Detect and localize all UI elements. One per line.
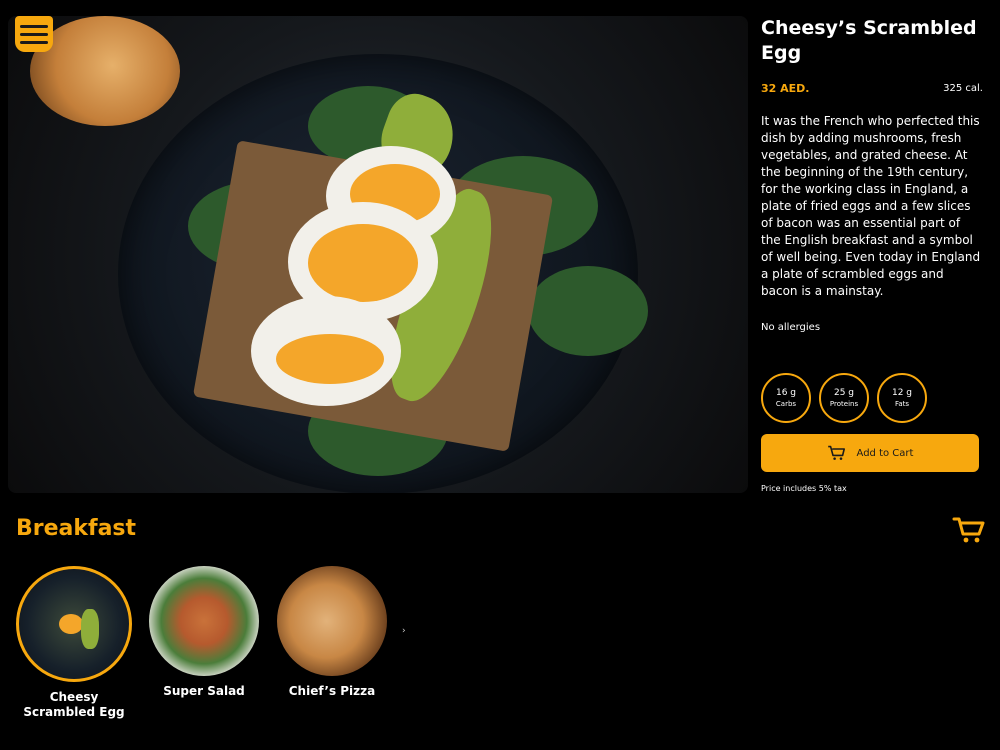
cart-icon[interactable] (952, 515, 986, 545)
menu-icon-bar (20, 40, 48, 44)
item-name: Chief’s Pizza (288, 684, 376, 698)
macro-carbs: 16 g Carbs (761, 373, 811, 423)
tax-note: Price includes 5% tax (761, 484, 847, 493)
egg-yolk (308, 224, 418, 302)
item-image (149, 566, 259, 676)
add-to-cart-button[interactable]: Add to Cart (761, 434, 979, 472)
category-title: Breakfast (16, 516, 137, 541)
product-calories: 325 cal. (943, 83, 983, 94)
item-image (16, 566, 132, 682)
allergy-info: No allergies (761, 322, 821, 333)
macro-fats: 12 g Fats (877, 373, 927, 423)
macro-value: 16 g (775, 387, 797, 398)
item-image (277, 566, 387, 676)
macro-label: Carbs (775, 399, 797, 408)
item-name: Cheesy Scrambled Egg (23, 690, 125, 719)
menu-item-super-salad[interactable]: Super Salad (146, 566, 262, 699)
menu-button[interactable] (15, 16, 53, 52)
menu-item-cheesy-scrambled-egg[interactable]: Cheesy Scrambled Egg (16, 566, 132, 720)
product-title: Cheesy’s Scrambled Egg (761, 17, 977, 64)
menu-icon-bar (20, 24, 48, 28)
macro-value: 25 g (833, 387, 855, 398)
product-price: 32 AED. (761, 82, 810, 95)
egg-yolk (276, 334, 384, 384)
spinach-leaf (528, 266, 648, 356)
add-to-cart-label: Add to Cart (856, 447, 914, 459)
next-arrow-icon[interactable]: › (402, 626, 406, 636)
macro-proteins: 25 g Proteins (819, 373, 869, 423)
macros-row: 16 g Carbs 25 g Proteins 12 g Fats (761, 373, 927, 423)
cart-icon (827, 445, 845, 460)
macro-label: Proteins (829, 399, 859, 408)
menu-item-chiefs-pizza[interactable]: Chief’s Pizza (274, 566, 390, 699)
menu-icon-bar (20, 32, 48, 36)
product-description: It was the French who perfected this dis… (761, 114, 981, 298)
hero-image (8, 16, 748, 493)
item-name: Super Salad (163, 684, 245, 698)
price-row: 32 AED. 325 cal. (761, 82, 983, 95)
macro-label: Fats (894, 399, 910, 408)
macro-value: 12 g (891, 387, 913, 398)
product-details: Cheesy’s Scrambled Egg 32 AED. 325 cal. … (761, 16, 983, 333)
